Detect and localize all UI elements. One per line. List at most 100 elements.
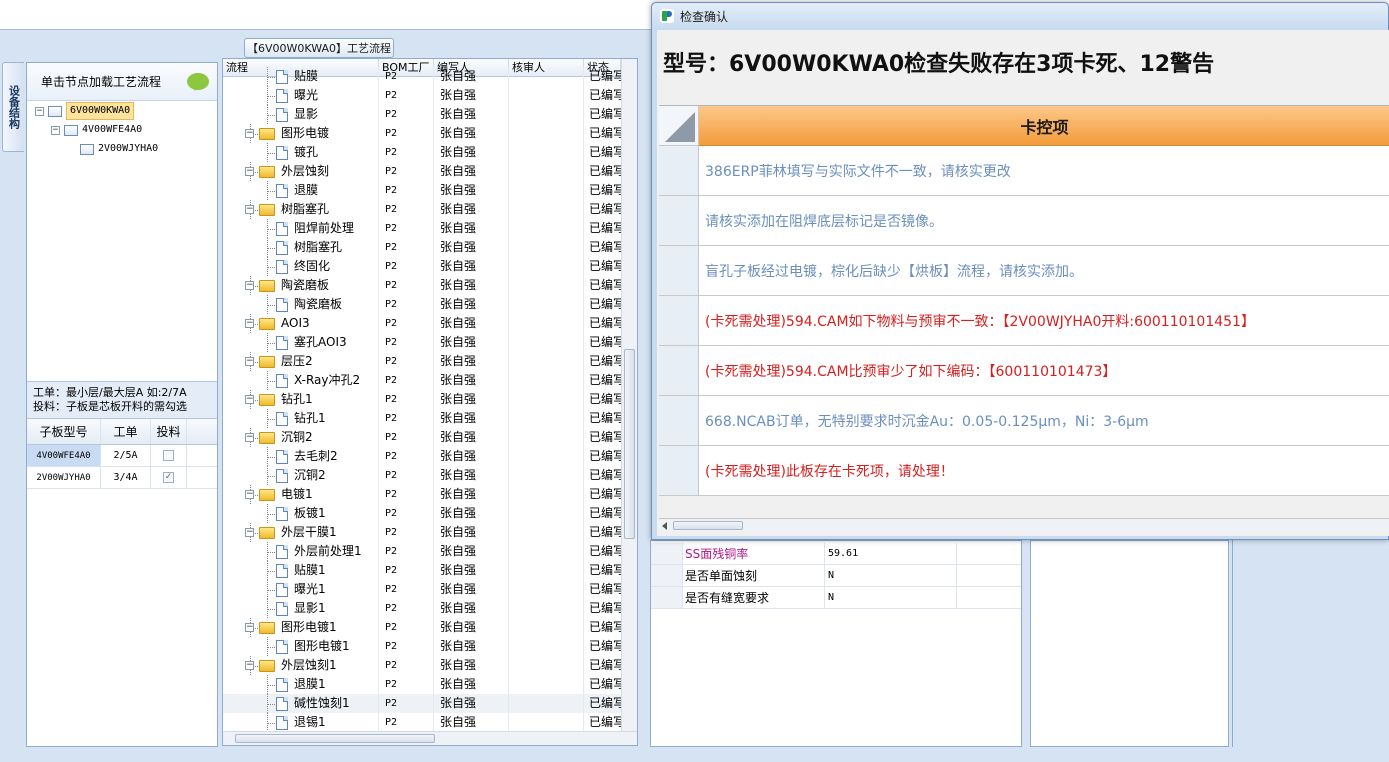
speech-bubble-icon[interactable] bbox=[187, 73, 209, 91]
flow-row[interactable]: 沉铜2 P2张自强 已编写 bbox=[223, 466, 621, 485]
row-header[interactable] bbox=[659, 296, 699, 345]
flow-row[interactable]: − 钻孔1 P2张自强 已编写 bbox=[223, 390, 621, 409]
flow-name: 贴膜 bbox=[294, 69, 319, 83]
col-feed[interactable]: 投料 bbox=[151, 419, 187, 444]
flow-row[interactable]: 终固化 P2张自强 已编写 bbox=[223, 257, 621, 276]
flow-row[interactable]: 贴膜 P2张自强 已编写 bbox=[223, 67, 621, 86]
property-row[interactable]: 是否有缝宽要求 N bbox=[651, 587, 1021, 609]
flow-row[interactable]: 退膜1 P2张自强 已编写 bbox=[223, 675, 621, 694]
dialog-horizontal-scrollbar[interactable] bbox=[659, 518, 1389, 532]
row-header[interactable] bbox=[659, 146, 699, 195]
row-header[interactable] bbox=[659, 446, 699, 495]
writer-cell: 张自强 bbox=[434, 580, 509, 599]
flow-title-tab[interactable]: 【6V00W0KWA0】工艺流程 bbox=[244, 38, 394, 58]
row-header[interactable] bbox=[659, 346, 699, 395]
flow-vertical-scrollbar[interactable] bbox=[621, 59, 637, 733]
flow-row[interactable]: 树脂塞孔 P2张自强 已编写 bbox=[223, 238, 621, 257]
property-row[interactable]: SS面残铜率 59.61 bbox=[651, 543, 1021, 565]
flow-row[interactable]: − 图形电镀1 P2张自强 已编写 bbox=[223, 618, 621, 637]
tree-node-label: 4V00WFE4A0 bbox=[82, 124, 143, 135]
collapse-icon[interactable]: − bbox=[245, 395, 254, 404]
col-order[interactable]: 工单 bbox=[101, 419, 151, 444]
collapse-icon[interactable]: − bbox=[35, 106, 44, 116]
flow-row[interactable]: 塞孔AOI3 P2张自强 已编写 bbox=[223, 333, 621, 352]
collapse-icon[interactable]: − bbox=[51, 125, 60, 135]
control-item-row[interactable]: 386ERP菲林填写与实际文件不一致，请核实更改 bbox=[659, 146, 1389, 196]
property-value[interactable]: N bbox=[825, 565, 957, 586]
collapse-icon[interactable]: − bbox=[245, 623, 254, 632]
property-value[interactable]: N bbox=[825, 587, 957, 608]
row-header[interactable] bbox=[659, 246, 699, 295]
property-value[interactable]: 59.61 bbox=[825, 543, 957, 564]
tab-device-structure[interactable]: 设备结构 bbox=[2, 62, 24, 152]
flow-row[interactable]: 钻孔1 P2张自强 已编写 bbox=[223, 409, 621, 428]
collapse-icon[interactable]: − bbox=[245, 661, 254, 670]
flow-name: 曝光1 bbox=[294, 582, 326, 596]
row-header[interactable] bbox=[659, 396, 699, 445]
flow-row[interactable]: − 沉铜2 P2张自强 已编写 bbox=[223, 428, 621, 447]
property-row[interactable]: 是否单面蚀刻 N bbox=[651, 565, 1021, 587]
flow-horizontal-scrollbar[interactable] bbox=[223, 731, 637, 745]
feed-checkbox[interactable]: ✓ bbox=[163, 472, 174, 483]
flow-row[interactable]: − 陶瓷磨板 P2张自强 已编写 bbox=[223, 276, 621, 295]
subboard-order[interactable]: 3/4A bbox=[101, 467, 151, 488]
control-item-row[interactable]: (卡死需处理)594.CAM比预审少了如下编码：【600110101473】 bbox=[659, 346, 1389, 396]
scroll-thumb[interactable] bbox=[624, 349, 635, 539]
flow-row[interactable]: 阻焊前处理 P2张自强 已编写 bbox=[223, 219, 621, 238]
flow-row[interactable]: 图形电镀1 P2张自强 已编写 bbox=[223, 637, 621, 656]
dialog-titlebar[interactable]: 检查确认 bbox=[652, 3, 1388, 29]
tree-node[interactable]: − 6V00W0KWA0 bbox=[35, 102, 135, 120]
flow-row[interactable]: 曝光 P2张自强 已编写 bbox=[223, 86, 621, 105]
collapse-icon[interactable]: − bbox=[245, 528, 254, 537]
control-item-row[interactable]: 盲孔子板经过电镀，棕化后缺少【烘板】流程，请核实添加。 bbox=[659, 246, 1389, 296]
flow-row[interactable]: 去毛刺2 P2张自强 已编写 bbox=[223, 447, 621, 466]
document-icon bbox=[276, 89, 288, 103]
flow-row[interactable]: 陶瓷磨板 P2张自强 已编写 bbox=[223, 295, 621, 314]
flow-row[interactable]: − 树脂塞孔 P2张自强 已编写 bbox=[223, 200, 621, 219]
flow-row[interactable]: 曝光1 P2张自强 已编写 bbox=[223, 580, 621, 599]
tree-node[interactable]: 2V00WJYHA0 bbox=[67, 141, 158, 157]
flow-row[interactable]: 外层前处理1 P2张自强 已编写 bbox=[223, 542, 621, 561]
flow-row[interactable]: 镀孔 P2张自强 已编写 bbox=[223, 143, 621, 162]
control-item-row[interactable]: 668.NCAB订单，无特别要求时沉金Au：0.05-0.125μm，Ni：3-… bbox=[659, 396, 1389, 446]
control-item-row[interactable]: 请核实添加在阻焊底层标记是否镜像。 bbox=[659, 196, 1389, 246]
flow-row[interactable]: − 外层干膜1 P2张自强 已编写 bbox=[223, 523, 621, 542]
scroll-left-icon[interactable] bbox=[662, 522, 667, 530]
flow-row[interactable]: 贴膜1 P2张自强 已编写 bbox=[223, 561, 621, 580]
subboard-row[interactable]: 2V00WJYHA0 3/4A ✓ bbox=[27, 467, 217, 489]
tree-node[interactable]: − 4V00WFE4A0 bbox=[51, 122, 142, 138]
collapse-icon[interactable]: − bbox=[245, 281, 254, 290]
flow-row[interactable]: − 层压2 P2张自强 已编写 bbox=[223, 352, 621, 371]
subboard-row[interactable]: 4V00WFE4A0 2/5A bbox=[27, 445, 217, 467]
collapse-icon[interactable]: − bbox=[245, 319, 254, 328]
col-subboard-model[interactable]: 子板型号 bbox=[27, 419, 101, 444]
collapse-icon[interactable]: − bbox=[245, 205, 254, 214]
collapse-icon[interactable]: − bbox=[245, 357, 254, 366]
flow-row[interactable]: 退膜 P2张自强 已编写 bbox=[223, 181, 621, 200]
flow-row[interactable]: X-Ray冲孔2 P2张自强 已编写 bbox=[223, 371, 621, 390]
row-header[interactable] bbox=[659, 196, 699, 245]
collapse-icon[interactable]: − bbox=[245, 129, 254, 138]
collapse-icon[interactable]: − bbox=[245, 433, 254, 442]
flow-row[interactable]: − 电镀1 P2张自强 已编写 bbox=[223, 485, 621, 504]
flow-row[interactable]: − 外层蚀刻1 P2张自强 已编写 bbox=[223, 656, 621, 675]
document-icon bbox=[276, 70, 288, 84]
scroll-thumb[interactable] bbox=[235, 734, 435, 743]
select-all-corner[interactable] bbox=[659, 106, 699, 146]
flow-row[interactable]: − AOI3 P2张自强 已编写 bbox=[223, 314, 621, 333]
flow-row[interactable]: 碱性蚀刻1 P2张自强 已编写 bbox=[223, 694, 621, 713]
flow-row[interactable]: − 图形电镀 P2张自强 已编写 bbox=[223, 124, 621, 143]
flow-row[interactable]: − 外层蚀刻 P2张自强 已编写 bbox=[223, 162, 621, 181]
control-item-row[interactable]: (卡死需处理)此板存在卡死项，请处理！ bbox=[659, 446, 1389, 496]
feed-checkbox[interactable] bbox=[163, 450, 174, 461]
collapse-icon[interactable]: − bbox=[245, 167, 254, 176]
flow-row[interactable]: 退锡1 P2张自强 已编写 bbox=[223, 713, 621, 732]
scroll-thumb[interactable] bbox=[673, 521, 743, 530]
subboard-order[interactable]: 2/5A bbox=[101, 445, 151, 466]
collapse-icon[interactable]: − bbox=[245, 490, 254, 499]
flow-row[interactable]: 板镀1 P2张自强 已编写 bbox=[223, 504, 621, 523]
structure-panel-header: 单击节点加载工艺流程 bbox=[27, 63, 217, 101]
control-item-row[interactable]: (卡死需处理)594.CAM如下物料与预审不一致：【2V00WJYHA0开料:6… bbox=[659, 296, 1389, 346]
flow-row[interactable]: 显影1 P2张自强 已编写 bbox=[223, 599, 621, 618]
flow-row[interactable]: 显影 P2张自强 已编写 bbox=[223, 105, 621, 124]
